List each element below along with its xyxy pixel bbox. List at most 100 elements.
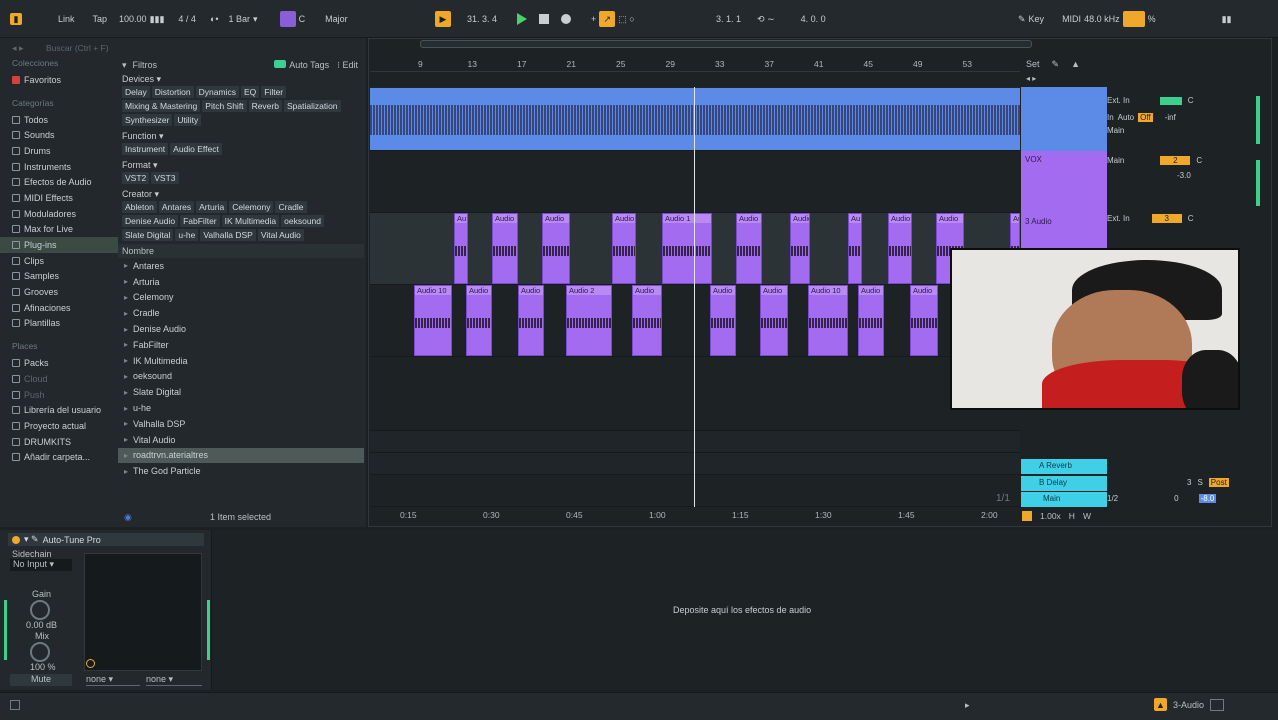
filter-tag[interactable]: Synthesizer bbox=[122, 114, 173, 126]
overview-toggle-icon[interactable]: ▮ bbox=[10, 13, 22, 25]
audio-clip[interactable]: Audio bbox=[858, 285, 884, 356]
sidebar-item-category[interactable]: Drums bbox=[0, 143, 118, 159]
mute-button[interactable]: Mute bbox=[10, 674, 72, 686]
time-ruler[interactable]: 0:15 0:30 0:45 1:00 1:15 1:30 1:45 2:00 bbox=[400, 507, 1020, 523]
set-button[interactable]: Set bbox=[1026, 59, 1040, 70]
format-header[interactable]: Format ▾ bbox=[118, 158, 364, 172]
tree-item[interactable]: Vital Audio bbox=[118, 432, 364, 448]
browser-nav-icon[interactable]: ◂ ▸ bbox=[12, 43, 24, 54]
output-select[interactable]: Main bbox=[1107, 156, 1124, 165]
volume-field[interactable]: 0 bbox=[1174, 494, 1178, 503]
preset-select-2[interactable]: none ▾ bbox=[146, 674, 202, 686]
audio-clip[interactable]: Audio bbox=[632, 285, 662, 356]
audio-clip[interactable]: Audio bbox=[910, 285, 938, 356]
search-input[interactable]: Buscar (Ctrl + F) bbox=[46, 43, 109, 53]
info-toggle-icon[interactable] bbox=[10, 700, 20, 710]
lock-icon[interactable]: ▲ bbox=[1071, 59, 1080, 70]
sidebar-item-category[interactable]: MIDI Effects bbox=[0, 190, 118, 206]
post-button[interactable]: Post bbox=[1208, 478, 1229, 487]
tree-item[interactable]: u-he bbox=[118, 400, 364, 416]
loop-length-field[interactable]: 4. 0. 0 bbox=[801, 14, 826, 24]
follow-icon[interactable]: ▶ bbox=[435, 11, 451, 27]
filter-tag[interactable]: u-he bbox=[175, 229, 199, 241]
long-clip[interactable] bbox=[370, 88, 1020, 150]
track-header-vox[interactable]: VOX bbox=[1021, 151, 1107, 213]
overdub-icon[interactable]: + bbox=[591, 14, 596, 24]
devices-header[interactable]: Devices ▾ bbox=[118, 72, 364, 86]
link-button[interactable]: Link bbox=[58, 14, 75, 24]
tree-item[interactable]: Cradle bbox=[118, 305, 364, 321]
tree-item[interactable]: Slate Digital bbox=[118, 384, 364, 400]
quantize-select[interactable]: 1 Bar bbox=[229, 14, 251, 24]
sidebar-item-place[interactable]: Cloud bbox=[0, 371, 118, 387]
solo-button[interactable]: S bbox=[1197, 478, 1202, 487]
preset-select-1[interactable]: none ▾ bbox=[86, 674, 140, 686]
name-column-header[interactable]: Nombre bbox=[118, 244, 364, 258]
midi-map-button[interactable]: MIDI bbox=[1062, 14, 1081, 24]
mix-knob[interactable] bbox=[30, 642, 50, 662]
lane-return-b[interactable] bbox=[370, 453, 1020, 475]
volume-field[interactable]: 2 bbox=[1160, 156, 1191, 165]
chevron-down-icon[interactable]: ▾ bbox=[253, 14, 258, 25]
zoom-field[interactable]: 1.00x bbox=[1040, 511, 1061, 521]
tree-item[interactable]: Denise Audio bbox=[118, 321, 364, 337]
filter-tag[interactable]: Instrument bbox=[122, 143, 169, 155]
audio-clip[interactable]: Audio bbox=[888, 213, 912, 284]
filter-tag[interactable]: Spatialization bbox=[283, 100, 341, 112]
monitor-off[interactable]: Off bbox=[1138, 113, 1153, 122]
song-position[interactable]: 31. 3. 4 bbox=[467, 14, 497, 24]
automation-arm-icon[interactable]: ↗ bbox=[599, 11, 616, 27]
filter-tag[interactable]: VST2 bbox=[122, 172, 150, 184]
filter-tag[interactable]: Denise Audio bbox=[122, 215, 179, 227]
audio-clip[interactable]: Audio bbox=[518, 285, 544, 356]
audio-clip[interactable]: Audio 10 bbox=[808, 285, 848, 356]
locator-nav-icon[interactable]: ◂ ▸ bbox=[1026, 74, 1036, 83]
signature-field[interactable]: 4 / 4 bbox=[178, 14, 196, 24]
tree-item[interactable]: FabFilter bbox=[118, 337, 364, 353]
lane-audio-1[interactable] bbox=[370, 87, 1020, 151]
filter-tag[interactable]: Delay bbox=[122, 86, 150, 98]
device-title-bar[interactable]: ▾ ✎ Auto-Tune Pro bbox=[8, 533, 204, 546]
input-select[interactable]: Ext. In bbox=[1107, 214, 1130, 223]
tree-item[interactable]: Antares bbox=[118, 258, 364, 274]
filter-tag[interactable]: IK Multimedia bbox=[221, 215, 280, 227]
creator-header[interactable]: Creator ▾ bbox=[118, 187, 364, 201]
plugin-display[interactable] bbox=[84, 553, 202, 671]
sidebar-item-place[interactable]: Proyecto actual bbox=[0, 418, 118, 434]
track-header-1[interactable] bbox=[1021, 87, 1107, 151]
scale-toggle-icon[interactable] bbox=[279, 11, 296, 27]
audio-clip[interactable]: Audio bbox=[542, 213, 570, 284]
filter-tag[interactable]: Celemony bbox=[229, 201, 274, 213]
send-field[interactable]: -3.0 bbox=[1177, 171, 1257, 180]
sidebar-item-place[interactable]: Añadir carpeta... bbox=[0, 449, 118, 465]
volume-field[interactable]: 3 bbox=[1187, 478, 1191, 487]
lane-main[interactable] bbox=[370, 475, 1020, 507]
filter-tag[interactable]: Distortion bbox=[151, 86, 194, 98]
tree-item[interactable]: Celemony bbox=[118, 290, 364, 306]
filter-tag[interactable]: Filter bbox=[261, 86, 287, 98]
h-button[interactable]: H bbox=[1069, 511, 1075, 521]
sidebar-item-category[interactable]: Moduladores bbox=[0, 206, 118, 222]
track-icon[interactable]: ▲ bbox=[1154, 698, 1167, 711]
stop-icon[interactable] bbox=[539, 14, 550, 24]
lane-empty[interactable] bbox=[370, 357, 1020, 431]
audio-clip[interactable]: Audio bbox=[736, 213, 762, 284]
wrench-icon[interactable]: ▾ ✎ bbox=[24, 534, 39, 545]
tempo-field[interactable]: 100.00 bbox=[119, 14, 147, 24]
track-header-return-b[interactable]: B Delay bbox=[1021, 476, 1107, 491]
loop-icon[interactable]: ⟲ ∼ bbox=[757, 14, 775, 25]
lane-audio-4[interactable]: Audio 10 Audio Audio Audio 2 Audio Audio Audio… bbox=[370, 285, 1020, 357]
playhead[interactable] bbox=[694, 87, 695, 507]
key-map-button[interactable]: Key bbox=[1029, 14, 1045, 24]
overview-scroll[interactable] bbox=[420, 40, 1032, 48]
filter-icon[interactable]: ▾ bbox=[122, 60, 127, 71]
filter-tag[interactable]: Mixing & Mastering bbox=[122, 100, 201, 112]
filter-tag[interactable]: EQ bbox=[240, 86, 260, 98]
device-power-icon[interactable] bbox=[12, 535, 20, 544]
pencil-icon[interactable]: ✎ bbox=[1052, 59, 1060, 70]
filter-tag[interactable]: oeksound bbox=[281, 215, 325, 227]
output-select[interactable]: 1/2 bbox=[1107, 494, 1118, 503]
filter-tag[interactable]: VST3 bbox=[151, 172, 179, 184]
filter-tag[interactable]: Slate Digital bbox=[122, 229, 174, 241]
tap-button[interactable]: Tap bbox=[93, 14, 108, 24]
